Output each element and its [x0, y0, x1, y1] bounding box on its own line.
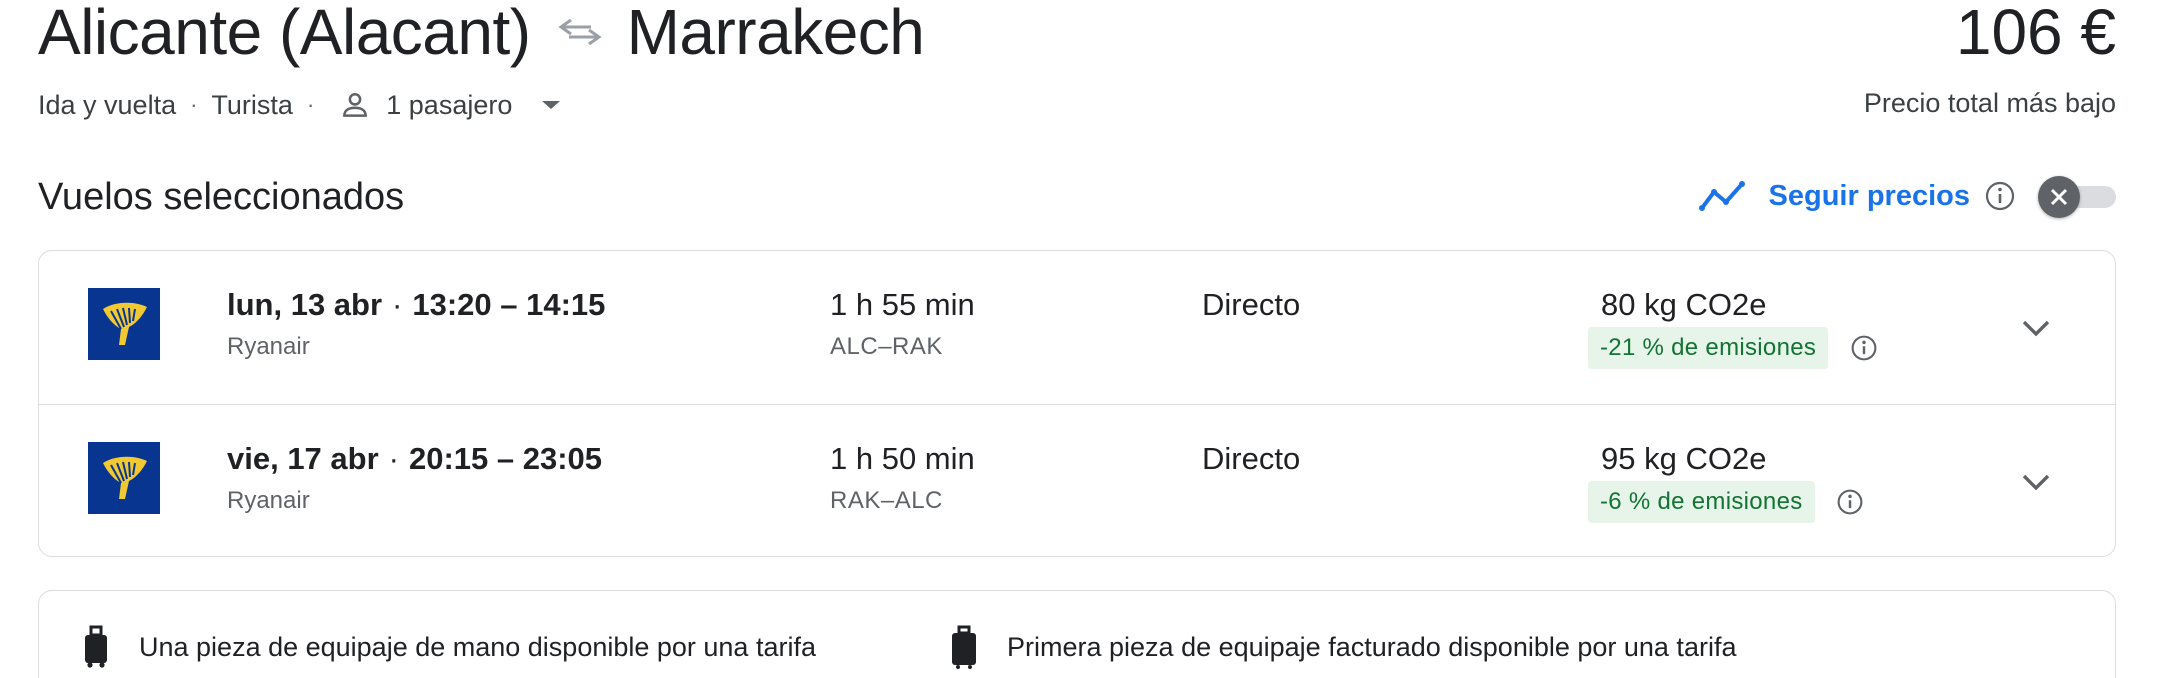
separator-dot: · [392, 287, 403, 322]
flight-duration: 1 h 50 min [830, 441, 975, 476]
checked-bag-icon [949, 625, 979, 669]
destination-city: Marrakech [626, 0, 925, 68]
flight-airports: ALC–RAK [830, 333, 943, 360]
swap-arrows-icon [557, 16, 603, 48]
emissions-badge: -21 % de emisiones [1588, 327, 1829, 369]
selected-flights-title: Vuelos seleccionados [38, 176, 405, 218]
toggle-knob[interactable] [2038, 176, 2080, 218]
close-icon [2050, 188, 2068, 206]
cabin-class[interactable]: Turista [211, 90, 293, 121]
flight-date-time: vie, 17 abr · 20:15 – 23:05 [227, 441, 602, 477]
origin-city: Alicante (Alacant) [38, 0, 531, 68]
expand-chevron-icon[interactable] [2019, 311, 2053, 345]
checked-bag-info: Primera pieza de equipaje facturado disp… [949, 617, 1736, 677]
flight-row-return[interactable]: vie, 17 abr · 20:15 – 23:05 Ryanair 1 h 50… [39, 404, 2115, 556]
flight-date-time: lun, 13 abr · 13:20 – 14:15 [227, 287, 605, 323]
lowest-price: 106 € [1955, 0, 2116, 68]
airline-name: Ryanair [227, 487, 310, 514]
price-tracking: Seguir precios [1698, 172, 2116, 220]
checked-bag-text: Primera pieza de equipaje facturado disp… [1007, 631, 1737, 662]
flight-duration: 1 h 55 min [830, 287, 975, 322]
ryanair-logo-icon [88, 442, 160, 514]
track-prices-label[interactable]: Seguir precios [1769, 180, 1970, 213]
info-icon[interactable] [1984, 180, 2016, 212]
flight-co2: 95 kg CO2e [1601, 441, 1767, 476]
info-icon[interactable] [1836, 488, 1864, 516]
flight-stops: Directo [1202, 287, 1301, 322]
flight-date: vie, 17 abr [227, 441, 379, 476]
info-icon[interactable] [1850, 334, 1878, 362]
flight-co2: 80 kg CO2e [1601, 287, 1767, 322]
trip-options: Ida y vuelta · Turista · 1 pasajero [38, 88, 562, 122]
route-title: Alicante (Alacant) Marrakech [38, 0, 925, 68]
flight-times: 20:15 – 23:05 [408, 441, 603, 476]
trip-type[interactable]: Ida y vuelta [38, 90, 176, 121]
carry-on-text: Una pieza de equipaje de mano disponible… [139, 631, 816, 662]
airline-name: Ryanair [227, 333, 310, 360]
baggage-info-card: Una pieza de equipaje de mano disponible… [38, 590, 2116, 678]
emissions-badge: -6 % de emisiones [1588, 481, 1815, 523]
lowest-price-caption: Precio total más bajo [1863, 88, 2116, 118]
carry-on-bag-icon [81, 625, 111, 669]
selected-flights-card: lun, 13 abr · 13:20 – 14:15 Ryanair 1 h 55… [38, 250, 2116, 557]
trend-line-icon [1698, 178, 1747, 214]
separator-dot: · [388, 441, 399, 476]
flight-airports: RAK–ALC [830, 487, 943, 514]
expand-chevron-icon[interactable] [2019, 465, 2053, 499]
carry-on-bag-info: Una pieza de equipaje de mano disponible… [81, 617, 816, 677]
person-icon [338, 88, 372, 122]
flight-times: 13:20 – 14:15 [412, 287, 606, 322]
separator-dot: · [306, 92, 315, 117]
flight-date: lun, 13 abr [227, 287, 383, 322]
ryanair-logo-icon [88, 288, 160, 360]
separator-dot: · [190, 92, 198, 117]
caret-down-icon[interactable] [540, 98, 562, 112]
track-prices-toggle[interactable] [2038, 176, 2116, 218]
flight-row-outbound[interactable]: lun, 13 abr · 13:20 – 14:15 Ryanair 1 h 55… [39, 251, 2115, 404]
flight-stops: Directo [1202, 441, 1301, 476]
passenger-count[interactable]: 1 pasajero [386, 90, 512, 121]
